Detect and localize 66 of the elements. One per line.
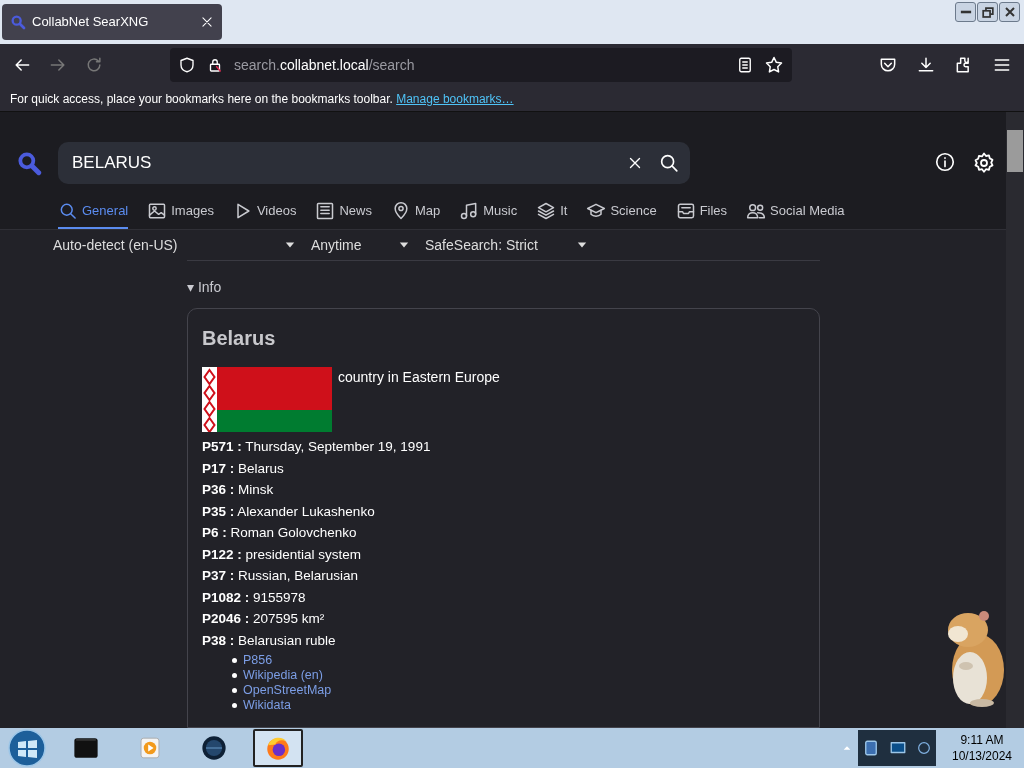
scrollbar-thumb[interactable] — [1007, 130, 1023, 172]
close-icon — [1004, 7, 1015, 17]
restore-button[interactable] — [977, 2, 998, 22]
attribute-row-text: P122 : presidential system — [202, 545, 363, 564]
info-description: country in Eastern Europe — [338, 368, 500, 387]
filter-dropdown[interactable]: Anytime — [311, 234, 411, 256]
clock-date[interactable]: 10/13/2024 — [951, 748, 1013, 764]
clock-time[interactable]: 9:11 AM — [960, 732, 1004, 748]
attribute-row-text: P571 : Thursday, September 19, 1991 — [202, 438, 432, 456]
info-icon[interactable] — [934, 151, 956, 173]
address-bar[interactable]: search.collabnet.local/search — [170, 48, 792, 82]
attribute-row-text: P1082 : 9155978 — [202, 588, 307, 607]
bullet-icon — [232, 703, 237, 708]
image-icon — [147, 201, 168, 221]
attribute-row-text: P6 : Roman Golovchenko — [202, 524, 358, 542]
bullet-icon — [232, 688, 237, 693]
category-tab[interactable]: Videos — [232, 201, 297, 229]
info-title: Belarus — [202, 326, 277, 351]
scrollbar[interactable] — [1006, 112, 1024, 728]
manage-bookmarks-link[interactable]: Manage bookmarks… — [396, 91, 514, 106]
settings-icon[interactable] — [972, 151, 996, 175]
close-button[interactable] — [999, 2, 1020, 22]
search-field[interactable]: BELARUS — [58, 142, 690, 184]
filter-dropdown[interactable]: SafeSearch: Strict — [425, 234, 589, 256]
start-button[interactable] — [7, 729, 47, 767]
category-tab[interactable]: Social Media — [746, 201, 845, 229]
category-tab[interactable]: Science — [586, 201, 657, 229]
bookmarks-message: For quick access, place your bookmarks here on the bookmarks toolbar. Manage bookmarks… — [10, 90, 514, 108]
reader-view-icon[interactable] — [736, 56, 754, 74]
restore-icon — [981, 6, 994, 18]
category-tab[interactable]: News — [315, 201, 372, 229]
filter-dropdown[interactable]: Auto-detect (en-US) — [53, 234, 297, 256]
minimize-button[interactable] — [955, 2, 976, 22]
browser-tab[interactable]: CollabNet SearXNG — [2, 4, 222, 40]
close-icon[interactable] — [200, 15, 214, 29]
tab-title: CollabNet SearXNG — [32, 13, 150, 32]
layers-icon — [536, 201, 557, 221]
tray-icon — [675, 201, 696, 221]
attribute-row-text: P38 : Belarusian ruble — [202, 631, 337, 650]
bullet-icon — [232, 658, 237, 663]
search-icon — [58, 201, 78, 221]
attribute-row-text: P36 : Minsk — [202, 481, 275, 499]
info-toggle[interactable]: ▾ Info — [187, 277, 820, 298]
category-tab[interactable]: Map — [390, 201, 441, 229]
people-icon — [746, 201, 767, 221]
attribute-row-text: P2046 : 207595 km² — [202, 610, 326, 628]
category-tab[interactable]: General — [58, 201, 129, 229]
download-icon[interactable] — [916, 55, 936, 75]
bullet-icon — [232, 673, 237, 678]
tray-icons[interactable] — [858, 730, 936, 766]
category-tab[interactable]: Music — [459, 201, 518, 229]
attribute-row-text: P35 : Alexander Lukashenko — [202, 502, 376, 521]
category-tab[interactable]: Images — [147, 201, 214, 229]
logo-icon[interactable] — [16, 150, 42, 176]
taskbar-button[interactable] — [253, 729, 303, 767]
minimize-icon — [959, 10, 972, 14]
url-text: search.collabnet.local/search — [234, 55, 416, 75]
search-icon — [10, 14, 26, 30]
category-tab[interactable]: Files — [675, 201, 728, 229]
attribute-row-text: P17 : Belarus — [202, 459, 285, 478]
bookmark-star-icon[interactable] — [764, 55, 784, 75]
shield-icon — [178, 56, 196, 74]
news-icon — [315, 201, 336, 221]
attribute-row-text: P37 : Russian, Belarusian — [202, 567, 360, 585]
category-tab[interactable]: It — [536, 201, 568, 229]
search-icon[interactable] — [658, 152, 680, 174]
